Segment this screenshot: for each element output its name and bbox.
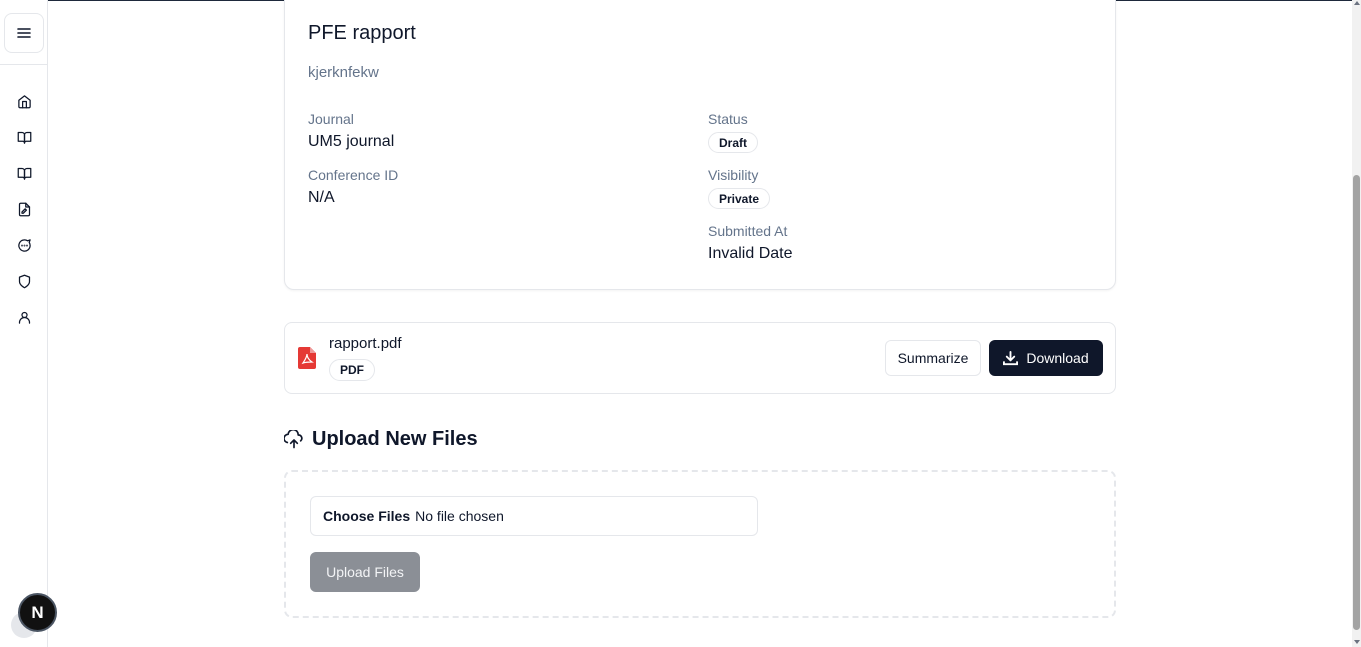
file-type-badge: PDF xyxy=(329,359,375,381)
status-label: Status xyxy=(708,111,748,127)
page-title: PFE rapport xyxy=(308,22,416,44)
nav-messages[interactable] xyxy=(12,233,36,257)
nav-security[interactable] xyxy=(12,269,36,293)
scroll-up-arrow-icon[interactable] xyxy=(1354,1,1360,5)
upload-heading: Upload New Files xyxy=(284,428,478,451)
visibility-badge: Private xyxy=(708,188,771,209)
cloud-upload-icon xyxy=(284,429,303,448)
sidebar-toggle-button[interactable] xyxy=(4,13,44,53)
upload-dropzone xyxy=(284,470,1116,618)
book-open-icon xyxy=(17,131,31,144)
no-file-text: No file chosen xyxy=(415,508,504,524)
badge-letter: N xyxy=(31,602,44,622)
file-name: rapport.pdf xyxy=(329,335,402,352)
pdf-file-icon xyxy=(298,347,316,369)
submitted-value: Invalid Date xyxy=(708,245,793,262)
nav-conferences[interactable] xyxy=(12,161,36,185)
paper-subtitle: kjerknfekw xyxy=(308,64,379,81)
nav-journals[interactable] xyxy=(12,125,36,149)
journal-value: UM5 journal xyxy=(308,133,395,150)
sidebar-divider xyxy=(0,64,47,65)
file-picker-input[interactable]: Choose Files No file chosen xyxy=(310,496,758,536)
download-button[interactable]: Download xyxy=(989,340,1103,376)
nav-papers[interactable] xyxy=(12,197,36,221)
upload-heading-text: Upload New Files xyxy=(312,428,478,450)
book-open-icon xyxy=(17,167,31,180)
conference-value: N/A xyxy=(308,189,335,206)
scrollbar-thumb[interactable] xyxy=(1353,175,1360,630)
message-circle-icon xyxy=(17,238,31,252)
submitted-label: Submitted At xyxy=(708,223,788,239)
nav-home[interactable] xyxy=(12,89,36,113)
visibility-label: Visibility xyxy=(708,167,759,183)
scrollbar[interactable] xyxy=(1352,0,1361,647)
download-icon xyxy=(1003,350,1019,365)
journal-label: Journal xyxy=(308,111,354,127)
sidebar xyxy=(0,0,48,647)
conference-label: Conference ID xyxy=(308,167,399,183)
nextjs-dev-badge[interactable]: N xyxy=(18,593,57,632)
home-icon xyxy=(17,94,31,108)
choose-files-button[interactable]: Choose Files xyxy=(323,508,410,524)
upload-files-button[interactable]: Upload Files xyxy=(310,552,420,592)
status-badge: Draft xyxy=(708,132,759,153)
nav-profile[interactable] xyxy=(12,305,36,329)
summarize-button[interactable]: Summarize xyxy=(885,340,981,376)
download-label: Download xyxy=(1026,350,1089,366)
shield-icon xyxy=(18,274,30,288)
menu-icon xyxy=(17,28,31,38)
file-edit-icon xyxy=(18,202,30,216)
user-icon xyxy=(18,311,30,324)
scroll-down-arrow-icon[interactable] xyxy=(1354,640,1360,644)
